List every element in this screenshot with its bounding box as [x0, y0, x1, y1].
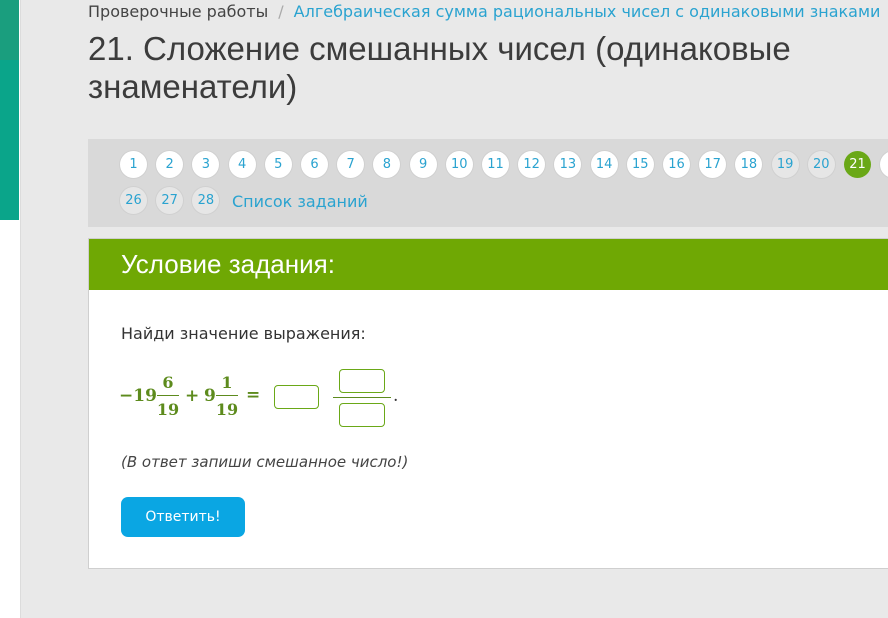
term1-fraction-bar: [157, 395, 179, 396]
breadcrumb-root[interactable]: Проверочные работы: [88, 2, 268, 21]
task-pill-2[interactable]: 2: [156, 151, 184, 178]
page-title: 21. Сложение смешанных чисел (одинаковые…: [88, 30, 791, 105]
left-rail: [0, 0, 21, 618]
answer-numerator-input[interactable]: [339, 369, 385, 393]
task-card: Условие задания: Найди значение выражени…: [88, 238, 888, 569]
answer-hint: (В ответ запиши смешанное число!): [121, 453, 409, 471]
task-list-link[interactable]: Список заданий: [232, 192, 368, 211]
term1-sign: −: [119, 386, 134, 406]
rail-accent: [0, 60, 19, 220]
task-prompt: Найди значение выражения:: [121, 324, 366, 343]
task-pill-5[interactable]: 5: [264, 151, 292, 178]
breadcrumb-current-link[interactable]: Алгебраическая сумма рациональных чисел …: [294, 2, 881, 21]
task-pill-12[interactable]: 12: [518, 151, 546, 178]
task-pill-9[interactable]: 9: [409, 151, 437, 178]
term1-whole: −19: [119, 386, 157, 406]
task-pill-14[interactable]: 14: [590, 151, 618, 178]
task-pill-21[interactable]: 21: [844, 151, 871, 178]
task-pill-19[interactable]: 19: [771, 151, 799, 178]
task-pill-15[interactable]: 15: [626, 151, 654, 178]
task-pill-11[interactable]: 11: [482, 151, 509, 178]
task-pill-24[interactable]: 27: [156, 187, 184, 214]
task-pill-10[interactable]: 10: [445, 151, 473, 178]
term2-denominator: 19: [215, 400, 239, 419]
breadcrumb-separator: /: [278, 2, 284, 21]
answer-denominator-input[interactable]: [339, 403, 385, 427]
task-pill-16[interactable]: 16: [663, 151, 690, 178]
term2-numerator: 1: [221, 373, 233, 392]
term1-whole-value: 19: [133, 386, 157, 406]
answer-fraction-bar: [333, 397, 391, 398]
plus-operator: +: [185, 386, 200, 406]
task-pill-17[interactable]: 17: [699, 151, 727, 178]
task-pill-7[interactable]: 7: [337, 151, 365, 178]
task-pill-1[interactable]: 1: [120, 151, 147, 178]
card-title: Условие задания:: [121, 249, 335, 279]
submit-button[interactable]: Ответить!: [121, 497, 245, 537]
task-pill-6[interactable]: 6: [301, 151, 328, 178]
term1-numerator: 6: [162, 373, 174, 392]
rail-accent-top: [0, 0, 19, 60]
term2-fraction-bar: [216, 395, 238, 396]
task-pill-23[interactable]: 26: [120, 187, 147, 214]
card-header: Условие задания:: [89, 239, 888, 290]
expression-period: .: [393, 386, 399, 406]
term1-denominator: 19: [156, 400, 180, 419]
breadcrumb: Проверочные работы / Алгебраическая сумма …: [88, 2, 880, 21]
task-pill-4[interactable]: 4: [228, 151, 256, 178]
answer-whole-input[interactable]: [274, 385, 319, 409]
task-pill-20[interactable]: 20: [807, 151, 835, 178]
equals-sign: =: [246, 385, 261, 405]
